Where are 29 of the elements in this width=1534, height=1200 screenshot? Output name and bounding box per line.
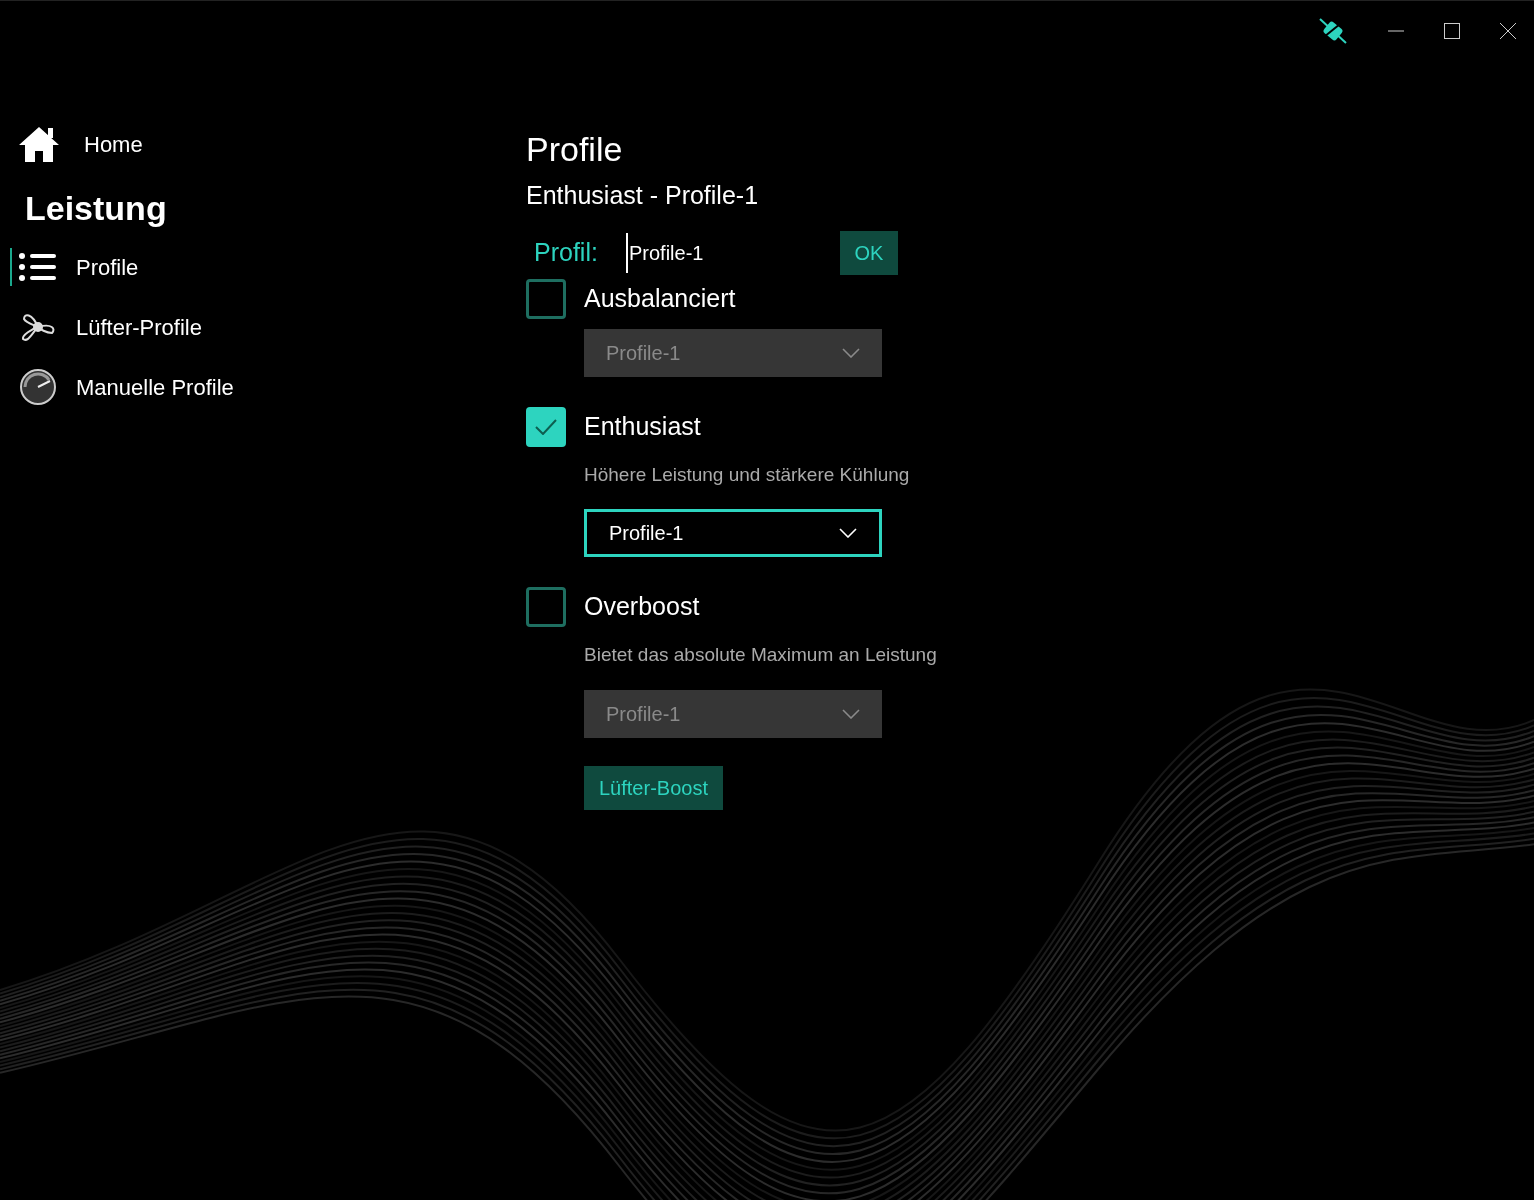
option-description: Bietet das absolute Maximum an Leistung xyxy=(584,643,937,667)
nav-item[interactable]: Manuelle Profile xyxy=(10,368,510,406)
profile-dropdown[interactable]: Profile-1 xyxy=(584,509,882,557)
chevron-down-icon xyxy=(839,528,857,538)
plug-icon[interactable] xyxy=(1318,17,1348,45)
option-label: Overboost xyxy=(584,591,700,623)
page-title: Profile xyxy=(526,129,624,170)
chevron-down-icon xyxy=(842,708,860,719)
page-subtitle: Enthusiast - Profile-1 xyxy=(526,180,760,211)
maximize-icon[interactable] xyxy=(1444,23,1460,39)
home-link[interactable]: Home xyxy=(10,123,510,165)
home-icon xyxy=(18,125,60,163)
close-icon[interactable] xyxy=(1500,23,1516,39)
check-icon xyxy=(535,418,557,435)
gauge-icon xyxy=(19,368,57,406)
checkbox[interactable] xyxy=(526,587,566,627)
checkbox[interactable] xyxy=(526,406,566,447)
field-label: Profil: xyxy=(534,236,599,268)
section-heading: Leistung xyxy=(24,188,168,229)
option-description: Höhere Leistung und stärkere Kühlung xyxy=(584,462,911,487)
fan-boost-button[interactable]: Lüfter-Boost xyxy=(584,765,723,810)
nav-item[interactable]: Lüfter-Profile xyxy=(10,308,510,346)
nav-item[interactable]: Profile xyxy=(10,248,510,286)
list-icon xyxy=(18,252,58,282)
option-label: Ausbalanciert xyxy=(584,282,736,314)
option-label: Enthusiast xyxy=(584,410,701,442)
chevron-down-icon xyxy=(842,347,860,358)
checkbox[interactable] xyxy=(526,278,566,319)
ok-button[interactable]: OK xyxy=(840,230,898,275)
